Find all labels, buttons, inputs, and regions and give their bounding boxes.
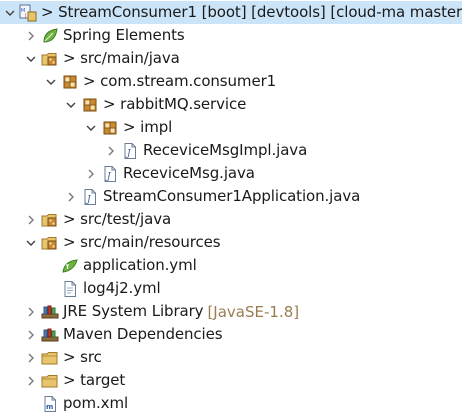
tree-item[interactable]: > src: [0, 346, 462, 369]
svg-text:J: J: [24, 13, 26, 19]
tree-item-label: > src: [63, 348, 102, 366]
chevron-down-icon[interactable]: [64, 98, 78, 112]
project-explorer-tree: M J > StreamConsumer1 [boot] [devtools] [c…: [0, 0, 462, 413]
text-file-icon: [61, 280, 79, 298]
source-folder-icon: [41, 234, 59, 252]
chevron-right-icon[interactable]: [64, 190, 78, 204]
tree-item[interactable]: > com.stream.consumer1: [0, 70, 462, 93]
xml-file-icon: m: [41, 395, 59, 413]
java-file-icon: J: [101, 165, 119, 183]
chevron-down-icon[interactable]: [24, 236, 38, 250]
tree-item[interactable]: JRE System Library [JavaSE-1.8]: [0, 300, 462, 323]
tree-item-label: log4j2.yml: [83, 279, 161, 297]
spring-leaf-icon: [41, 27, 59, 45]
package-icon: [81, 96, 99, 114]
tree-item[interactable]: > target: [0, 369, 462, 392]
library-icon: [41, 303, 59, 321]
chevron-down-icon[interactable]: [4, 6, 16, 20]
tree-item[interactable]: Spring Elements: [0, 24, 462, 47]
chevron-right-icon[interactable]: [24, 328, 38, 342]
tree-item[interactable]: > src/test/java: [0, 208, 462, 231]
tree-item-label: > rabbitMQ.service: [103, 95, 247, 113]
tree-item-decoration: [JavaSE-1.8]: [207, 302, 300, 321]
tree-item-label: pom.xml: [63, 394, 129, 412]
tree-item[interactable]: > src/main/java: [0, 47, 462, 70]
chevron-right-icon[interactable]: [24, 305, 38, 319]
folder-icon: [41, 372, 59, 390]
tree-item-label: > target: [63, 371, 126, 389]
chevron-right-icon[interactable]: [24, 29, 38, 43]
tree-item[interactable]: > src/main/resources: [0, 231, 462, 254]
package-icon: [61, 73, 79, 91]
chevron-right-icon[interactable]: [24, 213, 38, 227]
chevron-down-icon[interactable]: [84, 121, 98, 135]
maven-project-icon: MJ: [19, 4, 37, 22]
tree-item-label: > com.stream.consumer1: [83, 72, 277, 90]
tree-item-label: > impl: [123, 118, 173, 136]
folder-icon: [41, 349, 59, 367]
tree-item[interactable]: > rabbitMQ.service: [0, 93, 462, 116]
tree-item-label: Maven Dependencies: [63, 325, 223, 343]
tree-item[interactable]: m pom.xml: [0, 392, 462, 415]
tree-item-label: StreamConsumer1Application.java: [103, 187, 361, 205]
tree-item[interactable]: Maven Dependencies: [0, 323, 462, 346]
chevron-right-icon[interactable]: [24, 374, 38, 388]
yaml-spring-icon: [61, 257, 79, 275]
chevron-right-icon[interactable]: [84, 167, 98, 181]
tree-item-label: > src/main/resources: [63, 233, 221, 251]
tree-item[interactable]: J ReceviceMsg.java: [0, 162, 462, 185]
tree-item-label: JRE System Library: [63, 302, 204, 320]
tree-item-label: Spring Elements: [63, 26, 185, 44]
tree-item-label: ReceviceMsg.java: [123, 164, 255, 182]
tree-item-label: > src/main/java: [63, 49, 180, 67]
tree-item[interactable]: M J > StreamConsumer1 [boot] [devtools] [c…: [0, 1, 462, 24]
source-folder-icon: [41, 211, 59, 229]
tree-item[interactable]: > impl: [0, 116, 462, 139]
tree-item[interactable]: J ReceviceMsgImpl.java: [0, 139, 462, 162]
tree-item-label: > src/test/java: [63, 210, 172, 228]
tree-item[interactable]: J StreamConsumer1Application.java: [0, 185, 462, 208]
chevron-right-icon[interactable]: [104, 144, 118, 158]
java-file-icon: J: [121, 142, 139, 160]
package-icon: [101, 119, 119, 137]
chevron-right-icon[interactable]: [24, 351, 38, 365]
chevron-down-icon[interactable]: [24, 52, 38, 66]
tree-item-label: > StreamConsumer1 [boot] [devtools] [clo…: [41, 3, 462, 21]
tree-item-label: application.yml: [83, 256, 197, 274]
svg-text:m: m: [46, 403, 53, 411]
library-icon: [41, 326, 59, 344]
tree-item-label: ReceviceMsgImpl.java: [143, 141, 308, 159]
java-file-icon: J: [81, 188, 99, 206]
chevron-down-icon[interactable]: [44, 75, 58, 89]
tree-item[interactable]: application.yml: [0, 254, 462, 277]
tree-item[interactable]: log4j2.yml: [0, 277, 462, 300]
source-folder-icon: [41, 50, 59, 68]
